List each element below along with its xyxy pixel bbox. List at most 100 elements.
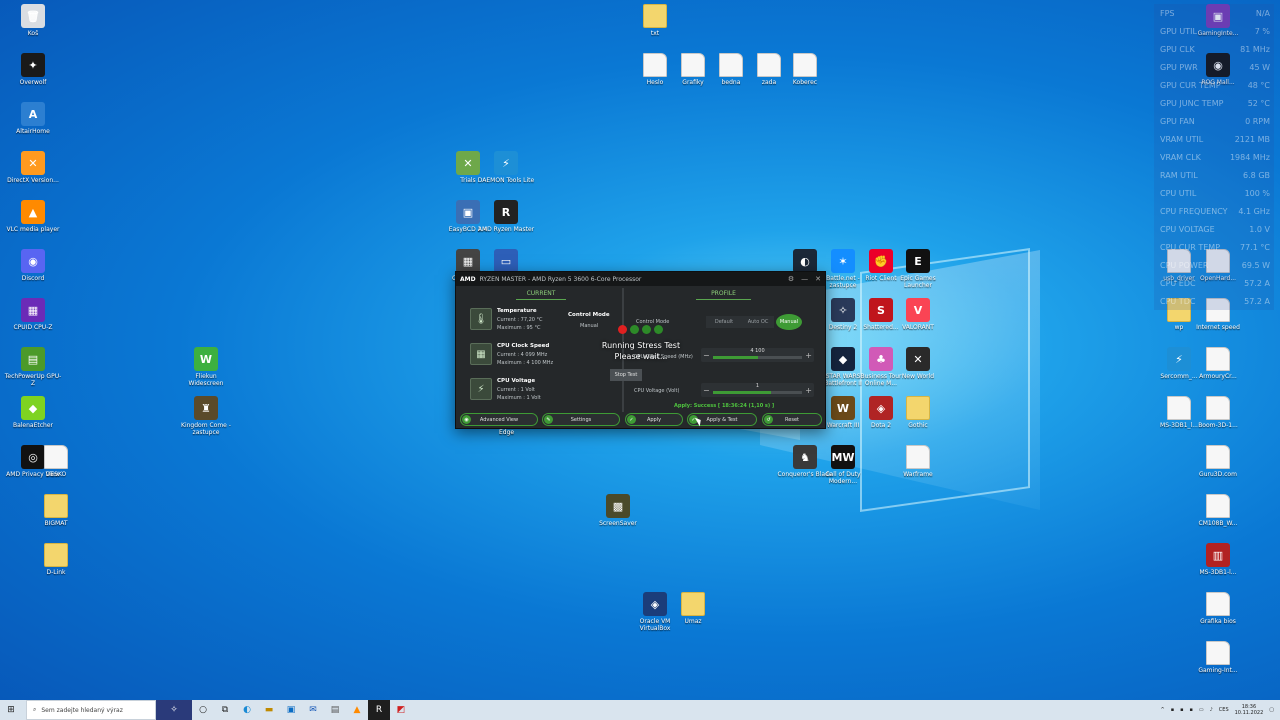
desktop-icon[interactable]: ✕ DirectX Version... xyxy=(4,151,62,184)
app-icon: 🗑 xyxy=(21,4,45,28)
decrease-icon[interactable]: − xyxy=(703,351,710,360)
vlc-icon[interactable]: ▲ xyxy=(346,700,368,720)
desktop-icon[interactable]: Gaming-Int... xyxy=(1189,641,1247,674)
app-icon: ✕ xyxy=(21,151,45,175)
taskbar-search-input[interactable]: ⌕ Sem zadejte hledaný výraz xyxy=(26,700,156,720)
amd-software-icon[interactable]: ◩ xyxy=(390,700,412,720)
search-highlight-icon[interactable]: ✧ xyxy=(156,700,192,720)
advanced-view-button[interactable]: ◉ Advanced View xyxy=(460,413,538,426)
desktop-icon[interactable]: Gothic xyxy=(889,396,947,429)
desktop-icon-label: Epic Games Launcher xyxy=(900,275,936,289)
overlay-row: CPU EDC 57.2 A xyxy=(1160,274,1270,292)
tray-app-icon[interactable]: ▪ xyxy=(1171,707,1174,713)
start-windows-icon[interactable]: ⊞ xyxy=(0,700,22,720)
profile-manual-button[interactable]: Manual xyxy=(776,314,802,330)
desktop-icon[interactable]: MW Call of Duty Modern... xyxy=(814,445,872,485)
desktop-icon[interactable]: BIGMAT xyxy=(27,494,85,527)
store-icon[interactable]: ▣ xyxy=(280,700,302,720)
desktop-icon[interactable]: ✕ New World xyxy=(889,347,947,380)
desktop-icon[interactable]: Warframe xyxy=(889,445,947,478)
desktop-icon-label: ScreenSaver xyxy=(599,520,637,527)
desktop-icon[interactable]: V VALORANT xyxy=(889,298,947,331)
clock[interactable]: 18:36 10.11.2022 xyxy=(1235,704,1264,716)
desktop-icon[interactable]: ▥ MS-3DB1-l... xyxy=(1189,543,1247,576)
title-bar[interactable]: AMD RYZEN MASTER - AMD Ryzen 5 3600 6-Co… xyxy=(456,272,825,286)
app-icon: ♜ xyxy=(194,396,218,420)
apply-status: Apply: Success [ 18:36:24 (1,10 s) ] xyxy=(674,403,775,409)
desktop-icon[interactable]: A AltairHome xyxy=(4,102,62,135)
desktop-icon[interactable]: ✦ Overwolf xyxy=(4,53,62,86)
desktop-icon[interactable]: ⚡ DAEMON Tools Lite xyxy=(477,151,535,184)
desktop-icon-label: Umaz xyxy=(684,618,702,625)
desktop-icon[interactable]: Koberec xyxy=(776,53,834,86)
task-view-icon[interactable]: ⧉ xyxy=(214,700,236,720)
mail-icon[interactable]: ✉ xyxy=(302,700,324,720)
desktop-icon-label: Koberec xyxy=(792,79,818,86)
app-icon: ▦ xyxy=(21,298,45,322)
desktop-icon[interactable]: CM108B_W... xyxy=(1189,494,1247,527)
desktop-icon[interactable]: Boom-3D-1... xyxy=(1189,396,1247,429)
apply-button[interactable]: ✓ Apply xyxy=(625,413,683,426)
desktop-icon[interactable]: E Epic Games Launcher xyxy=(889,249,947,289)
desktop-icon[interactable]: Umaz xyxy=(664,592,722,625)
profile-auto-oc-button[interactable]: Auto OC xyxy=(742,316,774,328)
desktop-icon-label: DAEMON Tools Lite xyxy=(477,177,535,184)
stop-test-button[interactable]: Stop Test xyxy=(610,369,642,381)
desktop-icon-label: Grafika bios xyxy=(1200,618,1236,625)
overlay-row: GPU UTIL 7 % xyxy=(1160,22,1270,40)
desktop-icon-label: AltairHome xyxy=(16,128,50,135)
file-icon xyxy=(1206,347,1230,371)
language-indicator[interactable]: CES xyxy=(1219,707,1229,713)
cpu-chip-icon: ▦ xyxy=(470,343,492,365)
app-icon: ✦ xyxy=(21,53,45,77)
file-explorer-icon[interactable]: ▬ xyxy=(258,700,280,720)
profile-default-button[interactable]: Default xyxy=(706,316,742,328)
desktop-icon[interactable]: R AMD Ryzen Master xyxy=(477,200,535,233)
network-icon[interactable]: ▭ xyxy=(1199,707,1204,713)
increase-icon[interactable]: + xyxy=(805,351,812,360)
cortana-icon[interactable]: ○ xyxy=(192,700,214,720)
overlay-metric-name: CPU UTIL xyxy=(1160,188,1197,198)
edge-icon[interactable]: ◐ xyxy=(236,700,258,720)
decrease-icon[interactable]: − xyxy=(703,386,710,395)
tray-app-icon[interactable]: ▪ xyxy=(1189,707,1192,713)
minimize-icon[interactable]: — xyxy=(801,275,808,283)
desktop-icon[interactable]: W Fliekun Widescreen xyxy=(177,347,235,387)
desktop-icon[interactable]: D-Link xyxy=(27,543,85,576)
desktop-icon-label: DirectX Version... xyxy=(7,177,59,184)
desktop-icon[interactable]: Guru3D.com xyxy=(1189,445,1247,478)
volume-icon[interactable]: ♪ xyxy=(1210,707,1213,713)
app-icon[interactable]: ▤ xyxy=(324,700,346,720)
desktop-icon[interactable]: ▤ TechPowerUp GPU-Z xyxy=(4,347,62,387)
reset-button[interactable]: ↺ Reset xyxy=(762,413,822,426)
ryzen-master-taskbar-icon[interactable]: R xyxy=(368,700,390,720)
desktop-icon[interactable]: ♜ Kingdom Come - zastupce xyxy=(177,396,235,436)
check-icon: ✓ xyxy=(627,415,636,424)
overlay-metric-value: 6.8 GB xyxy=(1243,170,1270,180)
desktop-icon[interactable]: ◉ Discord xyxy=(4,249,62,282)
show-hidden-icons-icon[interactable]: ^ xyxy=(1160,707,1164,713)
ryzen-master-window[interactable]: AMD RYZEN MASTER - AMD Ryzen 5 3600 6-Co… xyxy=(455,271,826,429)
tray-app-icon[interactable]: ▪ xyxy=(1180,707,1183,713)
desktop-icon[interactable]: ▲ VLC media player xyxy=(4,200,62,233)
settings-button[interactable]: ✎ Settings xyxy=(542,413,620,426)
file-icon xyxy=(1206,396,1230,420)
amd-logo: AMD xyxy=(460,275,476,283)
settings-gear-icon[interactable]: ⚙ xyxy=(788,275,794,283)
status-light-red xyxy=(618,325,627,334)
desktop-icon[interactable]: DESKO xyxy=(27,445,85,478)
desktop-icon[interactable]: ◆ BalenaEtcher xyxy=(4,396,62,429)
desktop-icon[interactable]: Grafika bios xyxy=(1189,592,1247,625)
clock-speed-slider[interactable]: 4 100 − + xyxy=(701,348,814,362)
increase-icon[interactable]: + xyxy=(805,386,812,395)
desktop-icon[interactable]: 🗑 Koš xyxy=(4,4,62,37)
desktop-icon[interactable]: ArmouryCr... xyxy=(1189,347,1247,380)
file-icon xyxy=(1206,641,1230,665)
desktop-icon[interactable]: txt xyxy=(626,4,684,37)
close-icon[interactable]: ✕ xyxy=(815,275,821,283)
overlay-metric-name: CPU POWER xyxy=(1160,260,1209,270)
voltage-slider[interactable]: 1 − + xyxy=(701,383,814,397)
desktop-icon[interactable]: ▦ CPUID CPU-Z xyxy=(4,298,62,331)
desktop-icon[interactable]: ▩ ScreenSaver xyxy=(589,494,647,527)
notifications-icon[interactable]: ▢ xyxy=(1269,707,1274,713)
